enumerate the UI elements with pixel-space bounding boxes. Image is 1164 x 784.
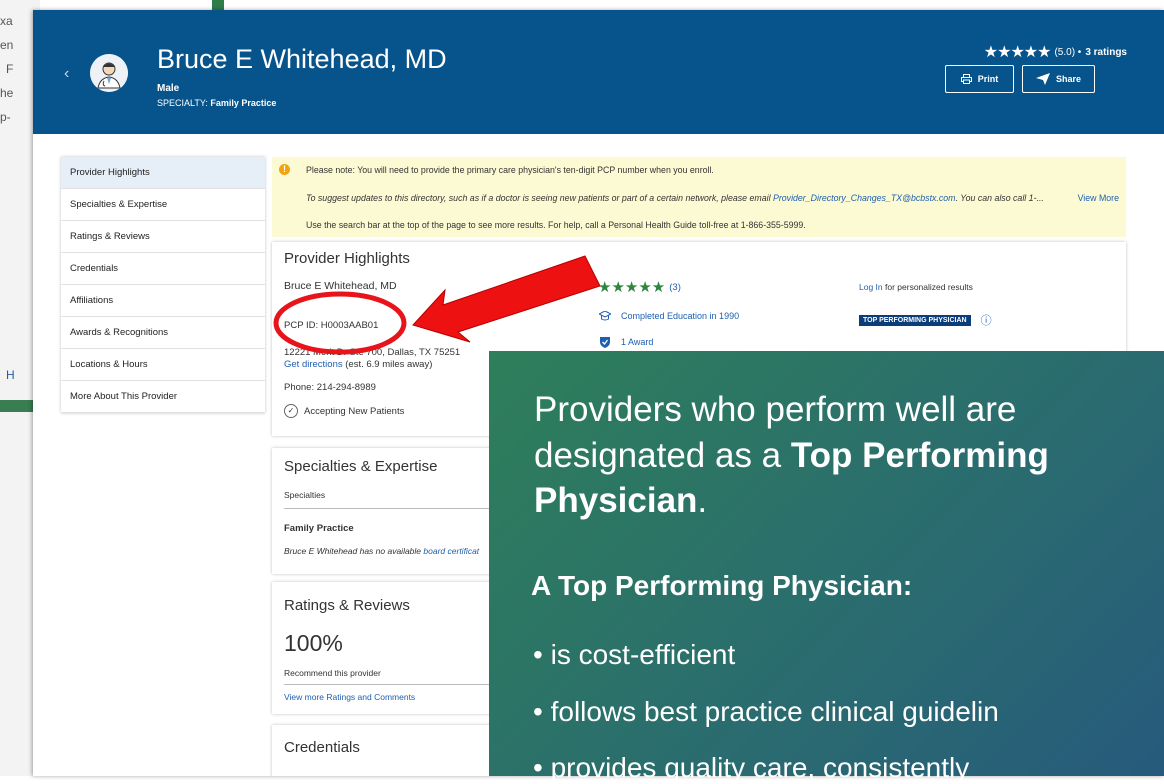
callout-bullet: • is cost-efficient: [533, 639, 736, 670]
callout-bullet-text: follows best practice clinical guidelin: [550, 696, 999, 727]
callout-bullet-text: provides quality care, consistently: [550, 752, 970, 783]
callout-bullet: • provides quality care, consistently: [533, 752, 970, 783]
callout-box: Providers who perform well are designate…: [489, 351, 1164, 783]
callout-bullet: • follows best practice clinical guideli…: [533, 696, 999, 727]
callout-paragraph: Providers who perform well are designate…: [534, 387, 1164, 524]
callout-heading: A Top Performing Physician:: [531, 570, 913, 601]
red-arrow: [412, 255, 601, 343]
highlight-circle: [273, 291, 407, 355]
callout-bullet-text: is cost-efficient: [550, 639, 736, 670]
callout-text-c: .: [697, 481, 708, 520]
